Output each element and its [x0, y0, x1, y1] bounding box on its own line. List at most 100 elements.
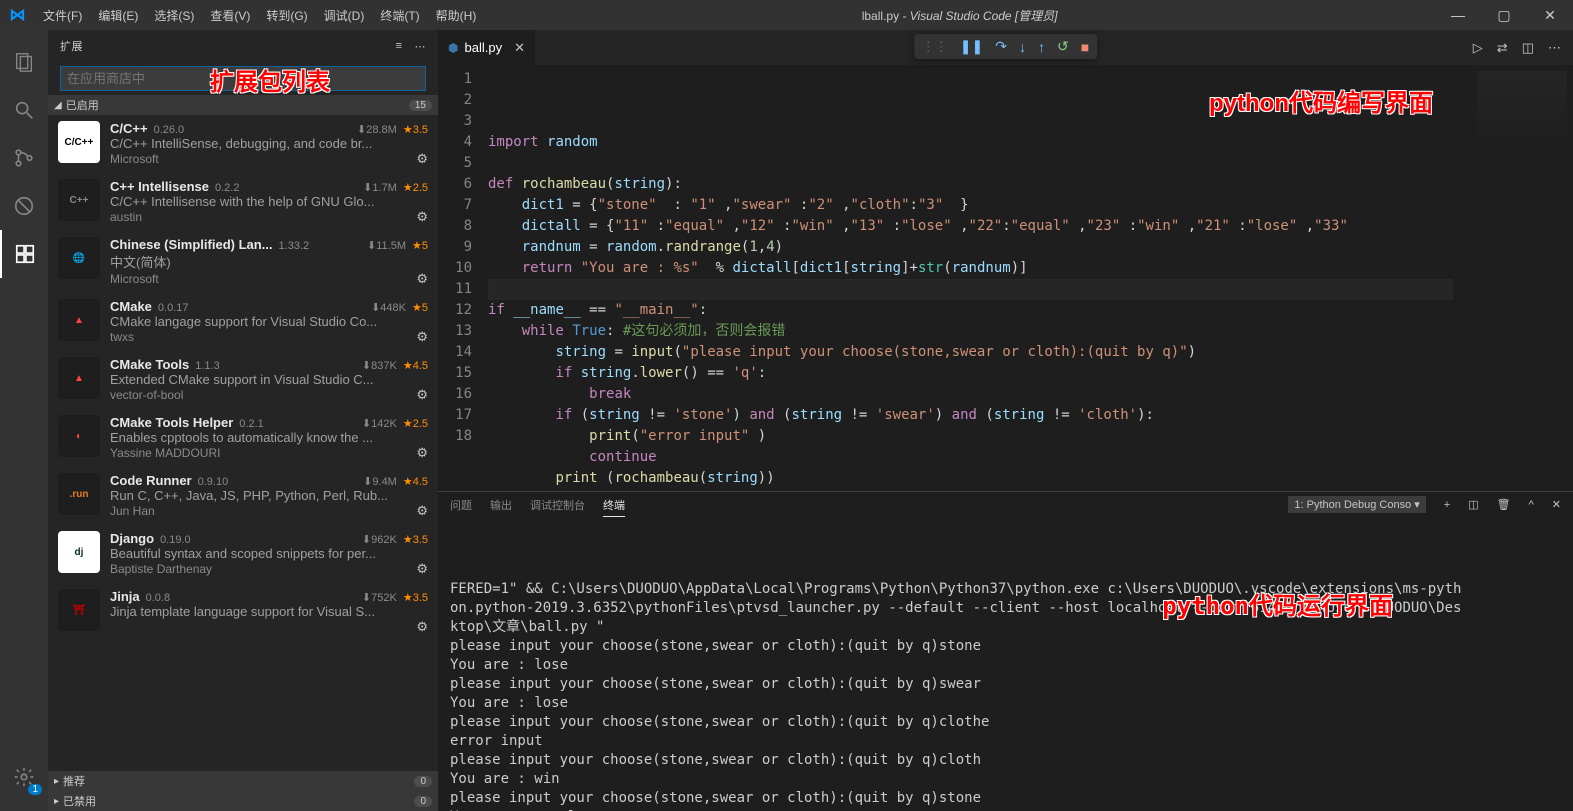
code-content[interactable]: import random def rochambeau(string): di…	[488, 65, 1453, 491]
panel-tab[interactable]: 调试控制台	[530, 496, 585, 516]
filter-icon[interactable]: ≡	[396, 40, 403, 52]
extension-description: C/C++ IntelliSense, debugging, and code …	[110, 136, 428, 151]
extension-item[interactable]: 🌐 Chinese (Simplified) Lan...1.33.2 ⬇11.…	[48, 231, 438, 293]
panel-tab[interactable]: 终端	[603, 496, 625, 517]
gear-icon[interactable]: ⚙	[416, 503, 428, 519]
gear-icon[interactable]: ⚙	[416, 387, 428, 403]
extension-publisher: vector-of-bool	[110, 388, 183, 402]
gear-icon[interactable]: ⚙	[416, 329, 428, 345]
search-icon[interactable]	[0, 86, 48, 134]
extension-item[interactable]: ◐ CMake Tools Helper0.2.1 ⬇142K★2.5 Enab…	[48, 409, 438, 467]
download-count: ⬇9.4M	[363, 475, 397, 488]
terminal-selector[interactable]: 1: Python Debug Conso ▾	[1288, 496, 1425, 513]
rating: ★2.5	[403, 417, 428, 430]
editor-body[interactable]: 123456789101112131415161718 import rando…	[438, 65, 1573, 491]
extension-name: Jinja	[110, 589, 140, 604]
extension-item[interactable]: ▲ CMake Tools1.1.3 ⬇837K★4.5 Extended CM…	[48, 351, 438, 409]
extension-version: 1.1.3	[195, 360, 219, 372]
gear-icon[interactable]: ⚙	[416, 271, 428, 287]
extension-list: C/C++ C/C++0.26.0 ⬇28.8M★3.5 C/C++ Intel…	[48, 115, 438, 771]
section-enabled-header[interactable]: ◢ 已启用 15	[48, 95, 438, 115]
extension-description: Run C, C++, Java, JS, PHP, Python, Perl,…	[110, 488, 428, 503]
new-terminal-icon[interactable]: +	[1444, 499, 1450, 511]
compare-icon[interactable]: ⇄	[1497, 40, 1508, 56]
pause-button[interactable]: ❚❚	[960, 38, 983, 55]
restart-button[interactable]: ↺	[1057, 38, 1069, 55]
sidebar-header: 扩展 ≡ ⋯	[48, 30, 438, 62]
gear-icon[interactable]: ⚙	[416, 619, 428, 635]
gear-icon[interactable]: ⚙	[416, 209, 428, 225]
extension-icon: .run	[58, 473, 100, 515]
step-over-button[interactable]: ↷	[995, 38, 1007, 55]
extension-item[interactable]: ⛩ Jinja0.0.8 ⬇752K★3.5 Jinja template la…	[48, 583, 438, 641]
panel-tab[interactable]: 问题	[450, 496, 472, 516]
extensions-icon[interactable]	[0, 230, 48, 278]
tab-ball-py[interactable]: ⬢ ball.py ✕	[438, 30, 536, 65]
step-into-button[interactable]: ↓	[1019, 39, 1026, 55]
download-count: ⬇142K	[362, 417, 397, 430]
stop-button[interactable]: ■	[1081, 39, 1089, 55]
tab-close-icon[interactable]: ✕	[514, 40, 525, 56]
extension-version: 0.2.1	[239, 418, 263, 430]
download-count: ⬇28.8M	[357, 123, 397, 136]
more-icon[interactable]: ⋯	[415, 40, 427, 53]
menu-item[interactable]: 终端(T)	[372, 7, 427, 24]
gear-icon[interactable]: ⚙	[416, 561, 428, 577]
minimap[interactable]	[1453, 65, 1573, 491]
menu-item[interactable]: 帮助(H)	[428, 7, 485, 24]
window-title: lball.py - Visual Studio Code [管理员]	[484, 7, 1435, 24]
extension-item[interactable]: C++ C++ Intellisense0.2.2 ⬇1.7M★2.5 C/C+…	[48, 173, 438, 231]
extension-item[interactable]: C/C++ C/C++0.26.0 ⬇28.8M★3.5 C/C++ Intel…	[48, 115, 438, 173]
source-control-icon[interactable]	[0, 134, 48, 182]
settings-gear-icon[interactable]: 1	[0, 753, 48, 801]
kill-terminal-icon[interactable]: 🗑	[1497, 498, 1511, 511]
recommend-count: 0	[414, 776, 432, 787]
extension-icon: ⛩	[58, 589, 100, 631]
extension-version: 1.33.2	[279, 240, 310, 252]
minimize-button[interactable]: —	[1435, 7, 1481, 24]
menu-item[interactable]: 查看(V)	[202, 7, 258, 24]
run-button[interactable]: ▷	[1473, 40, 1483, 56]
menu-item[interactable]: 选择(S)	[146, 7, 202, 24]
menu-item[interactable]: 文件(F)	[35, 7, 90, 24]
gear-icon[interactable]: ⚙	[416, 151, 428, 167]
close-panel-icon[interactable]: ✕	[1552, 498, 1561, 511]
extension-search-input[interactable]	[60, 66, 426, 91]
debug-icon[interactable]	[0, 182, 48, 230]
extension-name: Django	[110, 531, 154, 546]
terminal-line: please input your choose(stone,swear or …	[450, 675, 1561, 694]
terminal-line: You are : lose	[450, 656, 1561, 675]
menu-item[interactable]: 转到(G)	[258, 7, 315, 24]
split-editor-icon[interactable]: ◫	[1522, 40, 1534, 56]
menu-item[interactable]: 调试(D)	[316, 7, 373, 24]
extension-icon: ▲	[58, 357, 100, 399]
download-count: ⬇962K	[362, 533, 397, 546]
extension-icon: ▲	[58, 299, 100, 341]
terminal-output[interactable]: python代码运行界面 FERED=1" && C:\Users\DUODUO…	[438, 517, 1573, 811]
maximize-button[interactable]: ▢	[1481, 7, 1527, 24]
extension-name: CMake	[110, 299, 152, 314]
step-out-button[interactable]: ↑	[1038, 39, 1045, 55]
drag-grip-icon[interactable]: ⋮⋮	[922, 39, 948, 55]
close-button[interactable]: ✕	[1527, 7, 1573, 24]
section-recommend-header[interactable]: ▸ 推荐 0	[48, 771, 438, 791]
title-filename: lball.py	[862, 9, 899, 23]
maximize-panel-icon[interactable]: ^	[1529, 499, 1534, 511]
extension-name: CMake Tools Helper	[110, 415, 233, 430]
extension-description: Beautiful syntax and scoped snippets for…	[110, 546, 428, 561]
debug-toolbar[interactable]: ⋮⋮ ❚❚ ↷ ↓ ↑ ↺ ■	[914, 34, 1097, 59]
extension-item[interactable]: ▲ CMake0.0.17 ⬇448K★5 CMake langage supp…	[48, 293, 438, 351]
section-disabled-header[interactable]: ▸ 已禁用 0	[48, 791, 438, 811]
more-actions-icon[interactable]: ⋯	[1548, 40, 1561, 56]
extension-item[interactable]: .run Code Runner0.9.10 ⬇9.4M★4.5 Run C, …	[48, 467, 438, 525]
section-enabled-label: 已启用	[66, 97, 99, 113]
explorer-icon[interactable]	[0, 38, 48, 86]
enabled-count: 15	[409, 100, 432, 111]
menu-item[interactable]: 编辑(E)	[90, 7, 146, 24]
gear-icon[interactable]: ⚙	[416, 445, 428, 461]
extension-item[interactable]: dj Django0.19.0 ⬇962K★3.5 Beautiful synt…	[48, 525, 438, 583]
panel-tab[interactable]: 输出	[490, 496, 512, 516]
split-terminal-icon[interactable]: ◫	[1468, 498, 1478, 511]
rating: ★3.5	[403, 591, 428, 604]
menu-bar: 文件(F)编辑(E)选择(S)查看(V)转到(G)调试(D)终端(T)帮助(H)	[35, 7, 484, 24]
